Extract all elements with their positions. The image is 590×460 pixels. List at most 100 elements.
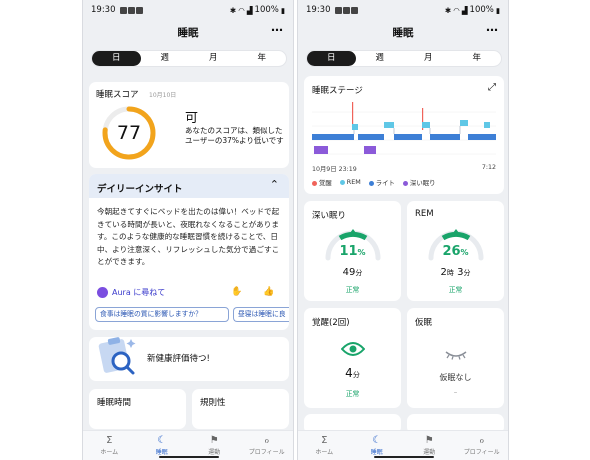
suggestion-chip[interactable]: 食事は睡眠の質に影響しますか？ (95, 307, 229, 322)
bluetooth-icon: ✱ (229, 5, 237, 15)
signal-icon: ▟ (246, 5, 253, 15)
home-indicator[interactable] (159, 456, 219, 458)
light-sleep-segment (394, 134, 422, 140)
tab-year[interactable]: 年 (238, 51, 287, 66)
nap-text: 仮眠なし (439, 373, 472, 382)
rem-duration: 2時 3分 (440, 267, 471, 278)
status-bar: 19:30 ✱ ◠ ▟ 100% ▮ (83, 0, 293, 20)
suggestion-chip[interactable]: 昼寝は睡眠に良 (233, 307, 289, 322)
ask-aura-link[interactable]: Aura に尋ねて (97, 287, 165, 298)
status-time: 19:30 (91, 5, 116, 15)
tab-week[interactable]: 週 (141, 51, 190, 66)
awake-status: 正常 (345, 390, 360, 398)
more-options-button[interactable]: ⋯ (271, 23, 283, 37)
nap-card[interactable]: 仮眠 仮眠なし – (407, 308, 504, 408)
chevron-up-icon[interactable]: ⌃ (270, 178, 279, 191)
deep-sleep-duration: 49分 (342, 267, 363, 278)
sleep-duration-card[interactable]: 睡眠時間 (89, 389, 186, 429)
notification-icon (334, 6, 342, 14)
moon-icon: ☾ (157, 435, 167, 446)
stage-time-axis: 10月9日 23:19 7:12 (312, 164, 496, 173)
profile-icon: ℴ (264, 435, 270, 446)
light-sleep-segment (358, 134, 384, 140)
sleep-stage-card[interactable]: 睡眠ステージ ⤢ 10月9日 23:19 7:12 覚醒 REM ライト 深い眠… (304, 76, 504, 194)
profile-icon: ℴ (479, 435, 485, 446)
deep-sleep-percent: 11% (339, 244, 366, 259)
running-icon: ⚑ (209, 435, 219, 446)
tab-day[interactable]: 日 (92, 51, 141, 66)
sleep-stage-title: 睡眠ステージ (312, 86, 363, 96)
light-sleep-segment (312, 134, 354, 140)
status-time: 19:30 (306, 5, 331, 15)
sleep-score-description: あなたのスコアは、類似したユーザーの37%より低いです (185, 126, 284, 145)
daily-insight-title: デイリーインサイト (97, 184, 183, 195)
nav-sleep-label: 睡眠 (370, 449, 383, 456)
light-sleep-segment (468, 134, 496, 140)
tab-year[interactable]: 年 (453, 51, 502, 66)
awake-duration: 4分 (345, 366, 360, 380)
eye-icon (304, 341, 401, 362)
period-tabs: 日 週 月 年 (91, 50, 287, 67)
regularity-card[interactable]: 規則性 (192, 389, 289, 429)
tab-month[interactable]: 月 (189, 51, 238, 66)
sleep-score-value: 77 (116, 122, 142, 144)
sleep-stage-hypnogram (312, 102, 496, 155)
more-options-button[interactable]: ⋯ (486, 23, 498, 37)
expand-icon[interactable]: ⤢ (488, 82, 496, 93)
rem-status: 正常 (448, 286, 463, 294)
thumbs-down-icon[interactable]: ✋ (231, 287, 242, 297)
app-header: 睡眠 ⋯ (298, 20, 508, 44)
light-sleep-segment (430, 134, 460, 140)
page-title: 睡眠 (392, 26, 414, 39)
tab-week[interactable]: 週 (356, 51, 405, 66)
tab-month[interactable]: 月 (404, 51, 453, 66)
legend-awake: 覚醒 (312, 178, 332, 187)
nav-profile-label: プロフィール (248, 449, 285, 456)
phone-sleep-stages: 19:30 ✱ ◠ ▟ 100% ▮ 睡眠 ⋯ 日 週 月 年 睡眠ステージ ⤢ (297, 0, 509, 460)
ask-aura-label: Aura に尋ねて (112, 288, 166, 297)
period-tabs: 日 週 月 年 (306, 50, 502, 67)
rem-card[interactable]: REM 26% 2時 3分 正常 (407, 201, 504, 301)
battery-level: 100% (469, 5, 494, 15)
home-sigma-icon: Σ (106, 435, 113, 446)
closed-eye-icon (407, 344, 504, 365)
deep-sleep-card[interactable]: 深い眠り 11% 49分 正常 (304, 201, 401, 301)
daily-insight-text: 今朝起きてすぐにベッドを出たのは偉い！ベッドで起きている時間が長いと、夜眠れなく… (97, 207, 280, 267)
health-assessment-banner[interactable]: 新健康評価待つ! (89, 337, 289, 381)
sleep-score-date: 10月10日 (149, 92, 177, 99)
tab-day[interactable]: 日 (307, 51, 356, 66)
battery-level: 100% (254, 5, 279, 15)
sleep-score-card[interactable]: 睡眠スコア 10月10日 77 可 あなたのスコアは、類似したユーザーの37%よ… (89, 82, 289, 168)
stage-start-time: 10月9日 23:19 (312, 166, 357, 173)
awake-card[interactable]: 覚醒(2回) 4分 正常 (304, 308, 401, 408)
nav-home-label: ホーム (100, 449, 119, 456)
rem-title: REM (415, 209, 434, 219)
thumbs-up-icon[interactable]: 👍 (263, 287, 274, 297)
nav-sleep-label: 睡眠 (155, 449, 168, 456)
nav-home[interactable]: Σ ホーム (298, 431, 351, 460)
rem-segment (352, 124, 358, 130)
signal-icon: ▟ (461, 5, 468, 15)
deep-sleep-segment (314, 146, 328, 154)
nav-exercise-label: 運動 (208, 449, 221, 456)
sleep-duration-title: 睡眠時間 (97, 398, 132, 408)
home-indicator[interactable] (374, 456, 434, 458)
nav-profile[interactable]: ℴ プロフィール (456, 431, 509, 460)
battery-icon: ▮ (495, 5, 500, 15)
aura-chat-icon (97, 287, 108, 298)
regularity-title: 規則性 (200, 398, 226, 408)
daily-insight-header[interactable]: デイリーインサイト ⌃ (89, 174, 289, 198)
page-title: 睡眠 (177, 26, 199, 39)
nav-home[interactable]: Σ ホーム (83, 431, 136, 460)
nap-dash: – (453, 388, 458, 396)
wifi-icon: ◠ (453, 5, 460, 15)
daily-insight-card: デイリーインサイト ⌃ 今朝起きてすぐにベッドを出たのは偉い！ベッドで起きている… (89, 174, 289, 330)
nav-profile[interactable]: ℴ プロフィール (241, 431, 294, 460)
notification-icon (350, 6, 358, 14)
rem-segment (460, 120, 468, 126)
legend-deep: 深い眠り (402, 178, 436, 187)
notification-icon (342, 6, 350, 14)
status-bar: 19:30 ✱ ◠ ▟ 100% ▮ (298, 0, 508, 20)
bluetooth-icon: ✱ (444, 5, 452, 15)
deep-sleep-status: 正常 (345, 286, 360, 294)
